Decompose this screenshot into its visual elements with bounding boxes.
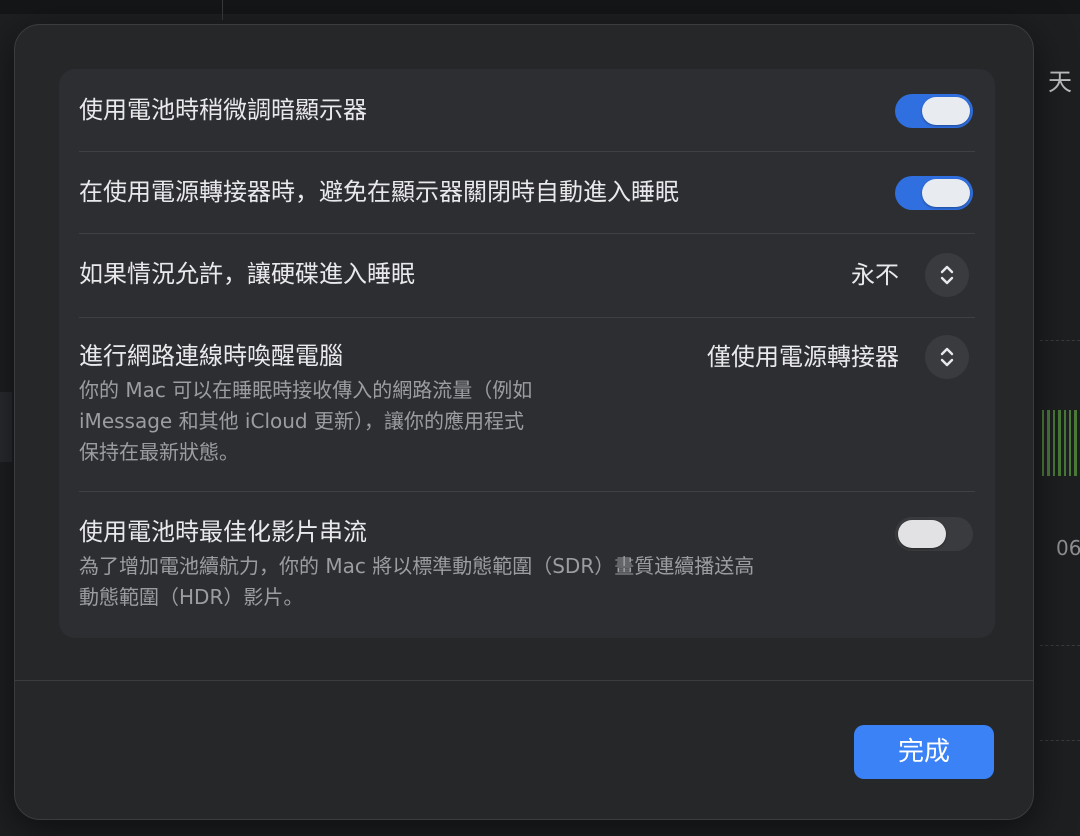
background-gridline bbox=[1040, 740, 1080, 741]
background-gridline bbox=[1040, 340, 1080, 341]
background-toolbar bbox=[0, 0, 1080, 14]
dim-display-on-battery-toggle[interactable] bbox=[895, 94, 973, 128]
hard-disk-sleep-popup[interactable]: 永不 bbox=[851, 253, 969, 297]
background-axis-label: 06 bbox=[1056, 536, 1080, 560]
chevron-up-down-icon bbox=[925, 253, 969, 297]
setting-title: 進行網路連線時喚醒電腦 bbox=[79, 342, 343, 370]
popup-value: 永不 bbox=[851, 261, 899, 289]
background-sidebar-selection bbox=[0, 392, 12, 462]
toggle-knob bbox=[922, 97, 970, 125]
setting-row-hard-disk-sleep: 如果情況允許，讓硬碟進入睡眠 永不 bbox=[79, 253, 975, 297]
background-divider bbox=[222, 0, 223, 20]
popup-value: 僅使用電源轉接器 bbox=[707, 343, 899, 371]
setting-row-prevent-sleep-on-adapter: 在使用電源轉接器時，避免在顯示器關閉時自動進入睡眠 bbox=[79, 173, 975, 213]
setting-title: 如果情況允許，讓硬碟進入睡眠 bbox=[79, 260, 415, 288]
row-divider bbox=[79, 233, 975, 234]
row-divider bbox=[79, 491, 975, 492]
chevron-up-down-icon bbox=[925, 335, 969, 379]
setting-description: 為了增加電池續航力，你的 Mac 將以標準動態範圍（SDR）畫質連續播送高 動態… bbox=[79, 554, 755, 609]
prevent-sleep-on-adapter-toggle[interactable] bbox=[895, 176, 973, 210]
settings-group: 使用電池時稍微調暗顯示器 在使用電源轉接器時，避免在顯示器關閉時自動進入睡眠 如… bbox=[59, 69, 995, 638]
background-gridline bbox=[1040, 645, 1080, 646]
row-divider bbox=[79, 317, 975, 318]
setting-row-dim-display-on-battery: 使用電池時稍微調暗顯示器 bbox=[79, 91, 975, 131]
toggle-knob bbox=[898, 520, 946, 548]
setting-title: 在使用電源轉接器時，避免在顯示器關閉時自動進入睡眠 bbox=[79, 178, 679, 206]
setting-row-optimize-video-streaming: 使用電池時最佳化影片串流 為了增加電池續航力，你的 Mac 將以標準動態範圍（S… bbox=[79, 513, 975, 623]
setting-title: 使用電池時稍微調暗顯示器 bbox=[79, 96, 367, 124]
wake-for-network-popup[interactable]: 僅使用電源轉接器 bbox=[707, 335, 969, 379]
setting-description: 你的 Mac 可以在睡眠時接收傳入的網路流量（例如 iMessage 和其他 i… bbox=[79, 378, 533, 464]
power-settings-sheet: 使用電池時稍微調暗顯示器 在使用電源轉接器時，避免在顯示器關閉時自動進入睡眠 如… bbox=[14, 24, 1034, 820]
setting-row-wake-for-network: 進行網路連線時喚醒電腦 你的 Mac 可以在睡眠時接收傳入的網路流量（例如 iM… bbox=[79, 335, 975, 467]
background-day-label: 天 bbox=[1048, 68, 1072, 96]
background-usage-bars bbox=[1042, 410, 1080, 476]
setting-title: 使用電池時最佳化影片串流 bbox=[79, 518, 367, 546]
optimize-video-streaming-toggle[interactable] bbox=[895, 517, 973, 551]
row-divider bbox=[79, 151, 975, 152]
toggle-knob bbox=[922, 179, 970, 207]
footer-divider bbox=[15, 680, 1033, 681]
done-button[interactable]: 完成 bbox=[854, 725, 994, 779]
